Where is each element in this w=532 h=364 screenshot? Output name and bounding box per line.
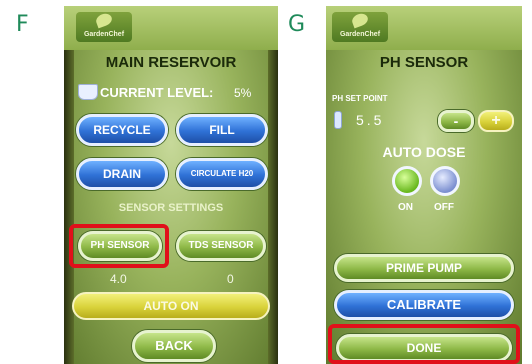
leaf-icon bbox=[94, 11, 114, 29]
sensor-settings-label: SENSOR SETTINGS bbox=[118, 202, 224, 214]
increase-button[interactable]: + bbox=[478, 110, 514, 132]
auto-dose-label: AUTO DOSE bbox=[382, 144, 466, 160]
recycle-button[interactable]: RECYCLE bbox=[76, 114, 168, 146]
leaf-icon bbox=[350, 11, 370, 29]
ph-set-point-value: 5.5 bbox=[356, 112, 385, 128]
reservoir-icon bbox=[78, 84, 98, 100]
on-label: ON bbox=[398, 202, 413, 213]
prime-pump-button[interactable]: PRIME PUMP bbox=[334, 254, 514, 282]
panel-label-f: F bbox=[16, 12, 29, 37]
back-button[interactable]: BACK bbox=[132, 330, 216, 362]
gardenchef-logo: GardenChef bbox=[76, 11, 132, 42]
decrease-button[interactable]: - bbox=[438, 110, 474, 132]
drain-button[interactable]: DRAIN bbox=[76, 158, 168, 190]
page-title: PH SENSOR bbox=[379, 54, 469, 71]
panel-label-g: G bbox=[288, 12, 306, 37]
current-level-value: 5% bbox=[234, 86, 252, 100]
auto-dose-off-toggle[interactable] bbox=[430, 166, 460, 196]
tds-sensor-button[interactable]: TDS SENSOR bbox=[176, 231, 266, 261]
tds-value: 0 bbox=[227, 272, 234, 286]
ph-sensor-highlight bbox=[69, 224, 169, 268]
calibrate-button[interactable]: CALIBRATE bbox=[334, 290, 514, 320]
done-highlight bbox=[328, 324, 520, 364]
auto-dose-on-toggle[interactable] bbox=[392, 166, 422, 196]
main-reservoir-screen: GardenChef MAIN RESERVOIR CURRENT LEVEL:… bbox=[64, 6, 278, 364]
screen-header: GardenChef bbox=[64, 6, 278, 50]
auto-on-button[interactable]: AUTO ON bbox=[72, 292, 270, 320]
fill-button[interactable]: FILL bbox=[176, 114, 268, 146]
ph-value: 4.0 bbox=[110, 272, 127, 286]
screen-header: GardenChef bbox=[326, 6, 522, 50]
circulate-h2o-button[interactable]: CIRCULATE H20 bbox=[176, 158, 268, 190]
current-level-label: CURRENT LEVEL: bbox=[100, 85, 214, 100]
page-title: MAIN RESERVOIR bbox=[105, 54, 237, 71]
thermometer-icon bbox=[334, 111, 342, 129]
gardenchef-logo: GardenChef bbox=[332, 11, 388, 42]
ph-set-point-label: PH SET POINT bbox=[332, 94, 388, 103]
off-label: OFF bbox=[434, 202, 454, 213]
ph-sensor-screen: GardenChef PH SENSOR PH SET POINT 5.5 - … bbox=[326, 6, 522, 364]
